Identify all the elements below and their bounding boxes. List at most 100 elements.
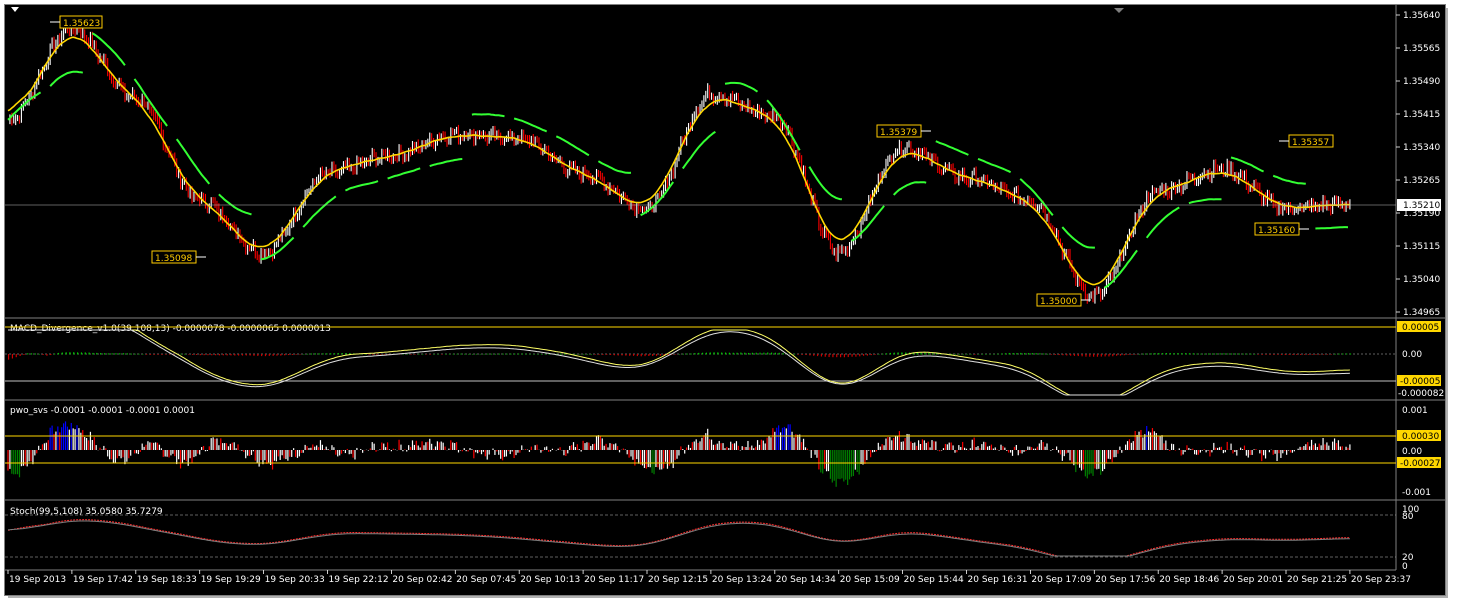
macd-hist-bar	[717, 352, 719, 355]
macd-hist-bar	[1135, 354, 1137, 355]
time-tick-label: 20 Sep 13:24	[712, 575, 772, 585]
macd-hist-bar	[1265, 354, 1267, 355]
macd-hist-bar	[165, 354, 167, 355]
macd-hist-bar	[445, 353, 447, 355]
macd-hist-bar	[928, 353, 930, 355]
macd-hist-bar	[1300, 354, 1302, 355]
macd-hist-bar	[88, 352, 90, 355]
macd-hist-bar	[958, 353, 961, 355]
macd-hist-bar	[1196, 353, 1198, 355]
macd-hist-bar	[15, 354, 17, 358]
macd-hist-bar	[383, 354, 385, 355]
eurusd-chart[interactable]: 1.35640 1.35565 1.35490 1.35415 1.35340 1.352…	[0, 0, 1457, 604]
macd-hist-bar	[234, 354, 236, 356]
macd-hist-bar	[157, 354, 159, 355]
time-tick-label: 19 Sep 18:33	[137, 575, 197, 585]
macd-hist-bar	[874, 354, 876, 355]
macd-hist-bar	[732, 352, 734, 355]
macd-hist-bar	[303, 353, 305, 355]
annotation-low1-text: 1.35098	[155, 254, 192, 264]
macd-hist-bar	[1219, 353, 1221, 355]
macd-hist-bar	[433, 353, 435, 355]
macd-hist-bar	[525, 353, 527, 355]
macd-hist-bar	[1277, 354, 1279, 355]
macd-hist-bar	[11, 354, 14, 359]
macd-hist-bar	[974, 354, 976, 355]
macd-hist-bar	[870, 354, 872, 356]
macd-hist-bar	[1050, 354, 1053, 355]
macd-hist-bar	[694, 353, 696, 355]
macd-hist-bar	[847, 354, 849, 358]
time-tick-label: 20 Sep 02:42	[392, 575, 452, 585]
macd-hist-bar	[299, 354, 301, 355]
price-tick-label: 1.34965	[1403, 308, 1440, 318]
chart-shift-marker[interactable]	[11, 7, 19, 12]
macd-hist-bar	[801, 354, 803, 355]
macd-hist-bar	[632, 354, 635, 356]
macd-hist-bar	[594, 354, 596, 355]
macd-hist-bar	[759, 352, 761, 355]
macd-hist-bar	[1096, 354, 1099, 357]
time-tick-label: 20 Sep 16:31	[968, 575, 1028, 585]
macd-hist-bar	[583, 353, 585, 355]
macd-hist-bar	[1077, 354, 1079, 357]
macd-hist-bar	[245, 354, 247, 356]
macd-hist-bar	[1334, 353, 1336, 355]
macd-hist-bar	[1131, 354, 1133, 355]
macd-hist-bar	[839, 354, 842, 358]
pwo-histogram	[7, 421, 1351, 487]
macd-hist-bar	[701, 352, 704, 355]
annotation-low3: 1.35160	[1254, 222, 1309, 236]
macd-hist-bar	[1284, 354, 1286, 356]
macd-hist-bar	[1215, 353, 1217, 355]
macd-hist-bar	[978, 353, 980, 355]
macd-level-label-bottom: -0.00005	[1400, 377, 1440, 387]
macd-hist-bar	[1162, 353, 1164, 355]
macd-hist-bar	[897, 352, 899, 355]
macd-hist-bar	[621, 354, 623, 356]
macd-hist-bar	[824, 354, 826, 357]
chart-shift-triangle[interactable]	[1114, 8, 1124, 13]
terminal-background: 1.35640 1.35565 1.35490 1.35415 1.35340 1.352…	[0, 0, 1457, 604]
macd-hist-bar	[1100, 354, 1102, 357]
macd-hist-bar	[437, 353, 439, 355]
macd-hist-bar	[636, 354, 638, 357]
macd-hist-bar	[1326, 354, 1329, 355]
annotation-high2: 1.35379	[876, 124, 931, 138]
macd-hist-bar	[1142, 353, 1145, 355]
macd-hist-bar	[1261, 354, 1263, 355]
price-tick-label: 1.35340	[1403, 143, 1440, 153]
macd-hist-bar	[307, 353, 309, 355]
macd-hist-bar	[709, 352, 711, 355]
macd-hist-bar	[510, 353, 512, 355]
macd-hist-bar	[337, 353, 339, 355]
macd-hist-bar	[241, 354, 244, 356]
macd-hist-bar	[613, 354, 615, 356]
macd-hist-bar	[215, 354, 217, 356]
macd-hist-bar	[575, 353, 577, 355]
time-tick-label: 20 Sep 18:46	[1159, 575, 1219, 585]
macd-hist-bar	[820, 354, 823, 357]
macd-hist-bar	[314, 353, 316, 355]
macd-hist-bar	[441, 354, 443, 355]
macd-hist-bar	[1273, 354, 1275, 355]
macd-hist-bar	[537, 353, 539, 355]
macd-hist-bar	[1004, 353, 1007, 355]
macd-hist-bar	[744, 352, 746, 355]
macd-hist-bar	[1104, 354, 1106, 357]
macd-hist-bar	[767, 352, 769, 355]
macd-hist-bar	[1200, 353, 1202, 355]
macd-hist-bar	[34, 353, 37, 355]
macd-hist-bar	[1188, 353, 1191, 355]
macd-hist-bar	[855, 354, 857, 357]
macd-hist-bar	[1181, 353, 1183, 355]
macd-hist-bar	[291, 354, 293, 355]
macd-hist-bar	[517, 353, 520, 355]
macd-hist-bar	[866, 354, 869, 356]
macd-hist-bar	[1039, 353, 1041, 355]
macd-hist-bar	[724, 352, 727, 355]
macd-hist-bar	[1296, 354, 1298, 355]
macd-hist-bar	[828, 354, 830, 358]
stoch-title: Stoch(99,5,108) 35.0580 35.7279	[10, 507, 163, 517]
macd-hist-bar	[318, 353, 320, 355]
